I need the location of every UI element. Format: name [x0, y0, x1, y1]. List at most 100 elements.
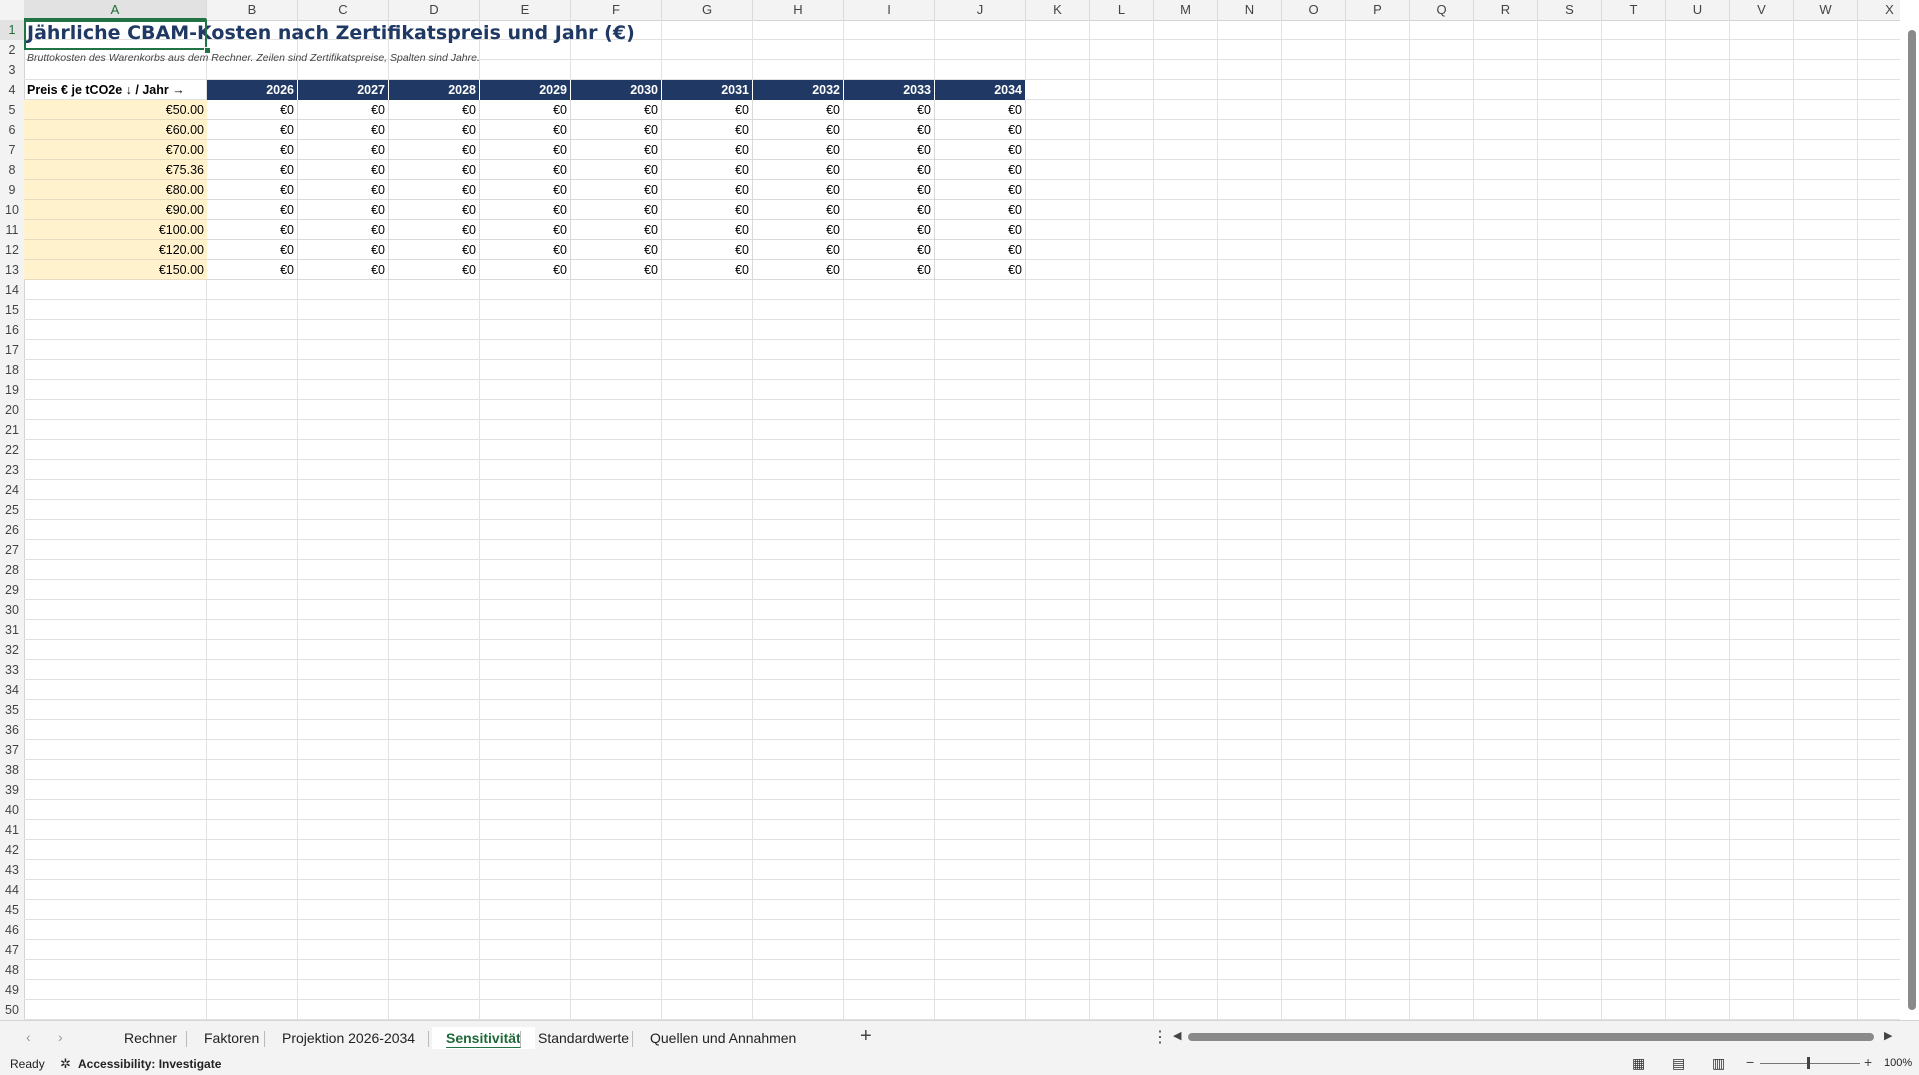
cost-cell[interactable]: €0	[753, 140, 844, 160]
price-cell[interactable]: €150.00	[24, 260, 207, 280]
fill-handle[interactable]	[204, 47, 211, 54]
sheet-tab[interactable]: Projektion 2026-2034	[268, 1027, 429, 1049]
price-cell[interactable]: €90.00	[24, 200, 207, 220]
cost-cell[interactable]: €0	[935, 220, 1026, 240]
cost-cell[interactable]: €0	[207, 180, 298, 200]
cost-cell[interactable]: €0	[298, 120, 389, 140]
cost-cell[interactable]: €0	[480, 200, 571, 220]
row-header-50[interactable]: 50	[0, 1000, 24, 1020]
cost-cell[interactable]: €0	[207, 160, 298, 180]
row-header-21[interactable]: 21	[0, 420, 24, 440]
price-cell[interactable]: €50.00	[24, 100, 207, 120]
cost-cell[interactable]: €0	[207, 240, 298, 260]
cost-cell[interactable]: €0	[480, 120, 571, 140]
cost-cell[interactable]: €0	[480, 140, 571, 160]
cost-cell[interactable]: €0	[662, 160, 753, 180]
page-break-preview-icon[interactable]: ▥	[1712, 1055, 1725, 1072]
row-header-7[interactable]: 7	[0, 140, 24, 160]
row-header-19[interactable]: 19	[0, 380, 24, 400]
column-header-S[interactable]: S	[1538, 0, 1602, 20]
cost-cell[interactable]: €0	[935, 160, 1026, 180]
cost-cell[interactable]: €0	[207, 200, 298, 220]
row-header-23[interactable]: 23	[0, 460, 24, 480]
row-header-30[interactable]: 30	[0, 600, 24, 620]
row-header-17[interactable]: 17	[0, 340, 24, 360]
cost-cell[interactable]: €0	[389, 240, 480, 260]
cost-cell[interactable]: €0	[844, 120, 935, 140]
cost-cell[interactable]: €0	[571, 160, 662, 180]
cost-cell[interactable]: €0	[480, 180, 571, 200]
cost-cell[interactable]: €0	[753, 100, 844, 120]
column-header-M[interactable]: M	[1154, 0, 1218, 20]
accessibility-status[interactable]: Accessibility: Investigate	[78, 1057, 221, 1071]
sheet-tab[interactable]: Faktoren	[190, 1027, 273, 1049]
tab-scroll-right-icon[interactable]: ›	[58, 1029, 63, 1045]
cost-cell[interactable]: €0	[935, 100, 1026, 120]
cost-cell[interactable]: €0	[844, 100, 935, 120]
row-header-1[interactable]: 1	[0, 20, 24, 40]
active-cell-selection[interactable]	[24, 20, 207, 50]
cost-cell[interactable]: €0	[844, 160, 935, 180]
row-header-13[interactable]: 13	[0, 260, 24, 280]
page-layout-icon[interactable]: ▤	[1672, 1055, 1685, 1072]
row-header-2[interactable]: 2	[0, 40, 24, 60]
column-header-U[interactable]: U	[1666, 0, 1730, 20]
row-header-25[interactable]: 25	[0, 500, 24, 520]
column-header-R[interactable]: R	[1474, 0, 1538, 20]
sheet-tab[interactable]: Standardwerte	[524, 1027, 643, 1049]
column-header-K[interactable]: K	[1026, 0, 1090, 20]
row-header-34[interactable]: 34	[0, 680, 24, 700]
cost-cell[interactable]: €0	[662, 140, 753, 160]
cost-cell[interactable]: €0	[389, 200, 480, 220]
cost-cell[interactable]: €0	[753, 220, 844, 240]
cost-cell[interactable]: €0	[571, 180, 662, 200]
cost-cell[interactable]: €0	[389, 120, 480, 140]
row-header-32[interactable]: 32	[0, 640, 24, 660]
row-header-15[interactable]: 15	[0, 300, 24, 320]
cost-cell[interactable]: €0	[844, 140, 935, 160]
row-header-41[interactable]: 41	[0, 820, 24, 840]
cost-cell[interactable]: €0	[571, 100, 662, 120]
cost-cell[interactable]: €0	[571, 220, 662, 240]
cost-cell[interactable]: €0	[298, 240, 389, 260]
cost-cell[interactable]: €0	[207, 100, 298, 120]
cost-cell[interactable]: €0	[571, 120, 662, 140]
sheet-tab[interactable]: Quellen und Annahmen	[636, 1027, 810, 1049]
more-options-icon[interactable]: ⋮	[1152, 1027, 1168, 1047]
year-header-2033[interactable]: 2033	[844, 80, 935, 100]
cost-cell[interactable]: €0	[298, 220, 389, 240]
cost-cell[interactable]: €0	[571, 140, 662, 160]
row-header-44[interactable]: 44	[0, 880, 24, 900]
cost-cell[interactable]: €0	[844, 220, 935, 240]
row-header-26[interactable]: 26	[0, 520, 24, 540]
cost-cell[interactable]: €0	[662, 220, 753, 240]
cost-cell[interactable]: €0	[753, 240, 844, 260]
row-header-9[interactable]: 9	[0, 180, 24, 200]
column-header-F[interactable]: F	[571, 0, 662, 20]
sheet-tab[interactable]: Rechner	[110, 1027, 191, 1049]
cost-cell[interactable]: €0	[935, 120, 1026, 140]
row-header-27[interactable]: 27	[0, 540, 24, 560]
cost-cell[interactable]: €0	[662, 200, 753, 220]
cost-cell[interactable]: €0	[207, 120, 298, 140]
cost-cell[interactable]: €0	[389, 220, 480, 240]
cost-cell[interactable]: €0	[662, 260, 753, 280]
column-header-A[interactable]: A	[24, 0, 207, 20]
cost-cell[interactable]: €0	[844, 240, 935, 260]
column-header-I[interactable]: I	[844, 0, 935, 20]
row-header-22[interactable]: 22	[0, 440, 24, 460]
column-header-D[interactable]: D	[389, 0, 480, 20]
cost-cell[interactable]: €0	[753, 180, 844, 200]
cost-cell[interactable]: €0	[480, 240, 571, 260]
row-header-20[interactable]: 20	[0, 400, 24, 420]
cost-cell[interactable]: €0	[389, 140, 480, 160]
cost-cell[interactable]: €0	[389, 260, 480, 280]
cost-cell[interactable]: €0	[753, 260, 844, 280]
price-cell[interactable]: €120.00	[24, 240, 207, 260]
add-sheet-button[interactable]: +	[860, 1025, 872, 1048]
cost-cell[interactable]: €0	[298, 180, 389, 200]
row-header-37[interactable]: 37	[0, 740, 24, 760]
zoom-slider-thumb[interactable]	[1807, 1057, 1810, 1069]
horizontal-scrollbar[interactable]	[1188, 1033, 1874, 1041]
row-header-18[interactable]: 18	[0, 360, 24, 380]
